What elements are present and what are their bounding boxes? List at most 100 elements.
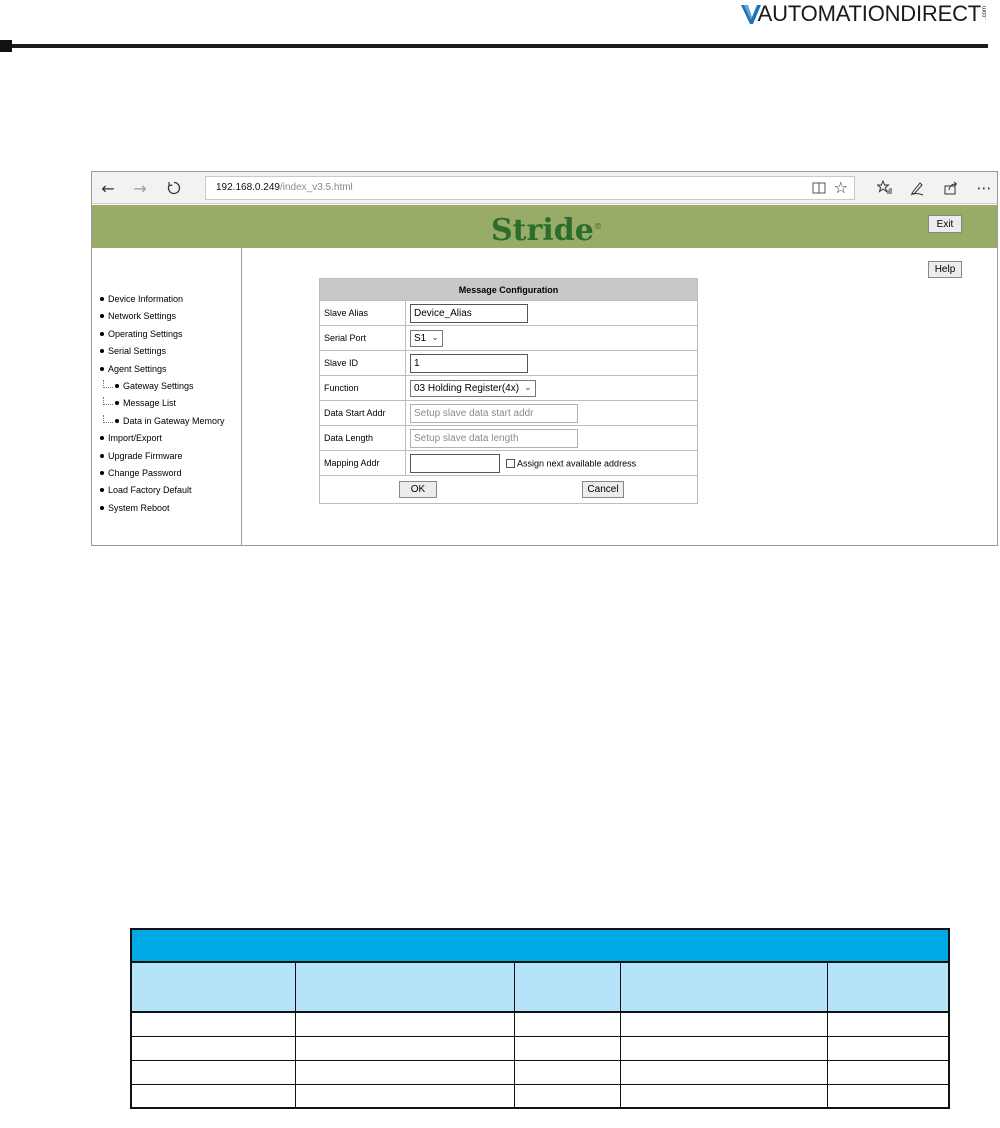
function-value: 03 Holding Register(4x) xyxy=(414,382,520,394)
table-cell xyxy=(827,1084,949,1109)
table-cell xyxy=(131,1060,297,1085)
bullet-icon xyxy=(100,436,104,441)
bullet-icon xyxy=(100,470,104,475)
serial-port-label: Serial Port xyxy=(319,325,406,351)
ok-button[interactable]: OK xyxy=(399,481,437,498)
table-cell xyxy=(827,1036,949,1061)
table-cell xyxy=(827,1012,949,1037)
brand-suffix: .com xyxy=(982,6,988,20)
sidebar-item-import-export[interactable]: Import/Export xyxy=(100,432,225,449)
tree-connector xyxy=(103,397,113,406)
serial-port-select[interactable]: S1 ⌄ xyxy=(410,329,443,347)
sidebar-item-label: Gateway Settings xyxy=(123,380,194,391)
favorites-list-icon[interactable] xyxy=(875,178,895,198)
sidebar-item-upgrade-firmware[interactable]: Upgrade Firmware xyxy=(100,450,225,467)
bullet-icon xyxy=(100,505,104,510)
table-header-cell xyxy=(827,962,949,1013)
sidebar-item-message-list[interactable]: Message List xyxy=(100,397,225,414)
table-cell xyxy=(620,1036,828,1061)
sidebar-item-network-settings[interactable]: Network Settings xyxy=(100,310,225,327)
reload-icon[interactable] xyxy=(164,178,184,198)
favorite-star-icon[interactable]: ☆ xyxy=(834,178,848,197)
sidebar-item-agent-settings[interactable]: Agent Settings xyxy=(100,363,225,380)
reading-view-icon[interactable] xyxy=(812,181,826,195)
back-arrow-icon[interactable]: ← xyxy=(98,178,118,198)
browser-toolbar: ← → 192.168.0.249/index_v3.5.html ☆ ⋯ xyxy=(92,172,997,204)
bullet-icon xyxy=(100,314,104,319)
forward-arrow-icon[interactable]: → xyxy=(130,178,150,198)
table-cell xyxy=(295,1060,515,1085)
app-header: Stride® Exit xyxy=(92,205,997,248)
sidebar-item-load-factory-default[interactable]: Load Factory Default xyxy=(100,484,225,501)
tree-connector xyxy=(103,379,113,388)
table-cell xyxy=(620,1012,828,1037)
bullet-icon xyxy=(115,418,119,423)
sidebar-item-change-password[interactable]: Change Password xyxy=(100,467,225,484)
tree-connector xyxy=(103,414,113,423)
address-path: /index_v3.5.html xyxy=(279,182,353,193)
web-note-pen-icon[interactable] xyxy=(907,178,927,198)
mapping-addr-input[interactable] xyxy=(410,453,500,473)
table-cell xyxy=(295,1084,515,1109)
table-title-bar xyxy=(131,929,949,963)
sidebar-item-label: Network Settings xyxy=(108,311,177,322)
mapping-addr-label: Mapping Addr xyxy=(319,450,406,476)
header-rule xyxy=(12,44,988,48)
table-row xyxy=(131,1012,949,1037)
assign-next-address-checkbox[interactable] xyxy=(506,458,515,468)
slave-id-label: Slave ID xyxy=(319,350,406,376)
table-cell xyxy=(514,1036,622,1061)
table-cell xyxy=(514,1060,622,1085)
more-options-icon[interactable]: ⋯ xyxy=(974,178,994,198)
chevron-down-icon: ⌄ xyxy=(524,383,532,393)
bullet-icon xyxy=(100,366,104,371)
table-row xyxy=(131,1036,949,1061)
registered-mark-icon: ® xyxy=(593,222,602,231)
function-select[interactable]: 03 Holding Register(4x) ⌄ xyxy=(410,379,536,397)
sidebar-item-label: Device Information xyxy=(108,294,184,304)
table-cell xyxy=(827,1060,949,1085)
data-length-label: Data Length xyxy=(319,425,406,451)
share-icon[interactable] xyxy=(941,178,961,198)
stride-logo: Stride® xyxy=(491,209,602,249)
table-cell xyxy=(514,1012,622,1037)
bullet-icon xyxy=(100,453,104,458)
slave-id-input[interactable]: 1 xyxy=(410,353,528,373)
help-button[interactable]: Help xyxy=(928,261,962,278)
exit-button[interactable]: Exit xyxy=(928,215,962,233)
sidebar-item-label: System Reboot xyxy=(108,502,170,513)
sidebar-item-data-in-gateway-memory[interactable]: Data in Gateway Memory xyxy=(100,414,225,432)
address-bar[interactable]: 192.168.0.249/index_v3.5.html ☆ xyxy=(205,176,855,200)
address-host: 192.168.0.249 xyxy=(216,182,280,193)
bullet-icon xyxy=(115,401,119,406)
serial-port-value: S1 xyxy=(414,332,427,344)
data-start-addr-label: Data Start Addr xyxy=(319,400,406,426)
cancel-button[interactable]: Cancel xyxy=(582,481,624,498)
slave-alias-input[interactable]: Device_Alias xyxy=(410,303,528,323)
browser-window: ← → 192.168.0.249/index_v3.5.html ☆ ⋯ St… xyxy=(91,171,998,546)
table-cell xyxy=(131,1012,297,1037)
table-cell xyxy=(295,1036,515,1061)
bullet-icon xyxy=(100,331,104,336)
sidebar-item-device-information[interactable]: Device Information xyxy=(100,293,225,310)
table-cell xyxy=(620,1084,828,1109)
table-header-cell xyxy=(620,962,828,1013)
bullet-icon xyxy=(100,297,104,301)
blank-table xyxy=(130,928,950,1109)
table-cell xyxy=(131,1084,297,1109)
sidebar-item-label: Agent Settings xyxy=(108,363,167,374)
sidebar-item-label: Serial Settings xyxy=(108,346,167,357)
data-start-addr-input[interactable]: Setup slave data start addr xyxy=(410,403,578,423)
sidebar-item-system-reboot[interactable]: System Reboot xyxy=(100,502,225,519)
sidebar-item-operating-settings[interactable]: Operating Settings xyxy=(100,328,225,345)
sidebar-item-label: Change Password xyxy=(108,467,182,478)
sidebar-item-gateway-settings[interactable]: Gateway Settings xyxy=(100,379,225,397)
data-length-input[interactable]: Setup slave data length xyxy=(410,428,578,448)
sidebar-item-label: Import/Export xyxy=(108,433,163,444)
table-header-row xyxy=(131,962,949,1013)
automationdirect-logo: AUTOMATIONDIRECT .com xyxy=(740,2,988,26)
sidebar-item-serial-settings[interactable]: Serial Settings xyxy=(100,345,225,362)
sidebar: Device Information Network Settings Operat… xyxy=(92,248,242,545)
table-row xyxy=(131,1060,949,1085)
sidebar-item-label: Message List xyxy=(123,398,177,409)
